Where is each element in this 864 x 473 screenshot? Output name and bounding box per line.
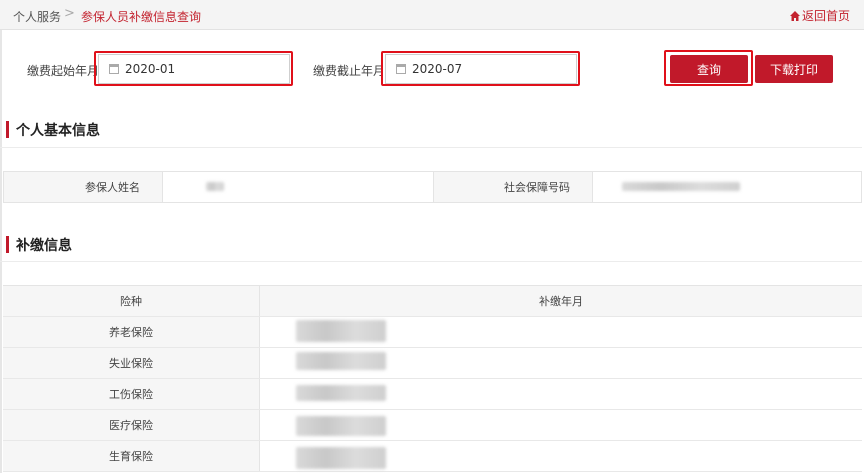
name-value — [163, 172, 433, 202]
column-header-type: 险种 — [3, 286, 260, 316]
insurance-type: 生育保险 — [3, 441, 260, 471]
column-header-month: 补缴年月 — [260, 286, 862, 316]
section-marker — [6, 121, 9, 138]
start-date-label: 缴费起始年月 — [27, 64, 100, 78]
redacted-month — [296, 385, 386, 401]
section-marker — [6, 236, 9, 253]
insurance-type: 养老保险 — [3, 317, 260, 347]
download-print-button[interactable]: 下载打印 — [755, 55, 833, 83]
insurance-type: 医疗保险 — [3, 410, 260, 440]
table-row: 生育保险 — [3, 441, 862, 472]
redacted-month — [296, 320, 386, 342]
home-icon — [789, 10, 800, 21]
redacted-month — [296, 416, 386, 436]
table-row: 养老保险 — [3, 317, 862, 348]
table-row: 工伤保险 — [3, 379, 862, 410]
left-border — [0, 30, 2, 473]
section-divider — [0, 261, 862, 262]
redacted-month — [296, 447, 386, 469]
home-link-label: 返回首页 — [801, 9, 850, 23]
payment-info-title: 补缴信息 — [6, 235, 72, 255]
section-divider — [0, 147, 862, 148]
end-date-label: 缴费截止年月 — [313, 64, 386, 78]
ssn-label: 社会保障号码 — [434, 172, 592, 202]
table-row: 医疗保险 — [3, 410, 862, 441]
basic-info-title: 个人基本信息 — [6, 120, 100, 140]
insurance-type: 工伤保险 — [3, 379, 260, 409]
payment-table: 险种 补缴年月 养老保险 失业保险 工伤保险 医疗保险 生育保险 — [3, 285, 862, 472]
redacted-name — [206, 182, 224, 191]
breadcrumb-root[interactable]: 个人服务 — [13, 8, 61, 25]
query-button-highlight — [664, 50, 753, 86]
redacted-ssn — [622, 182, 740, 191]
breadcrumb-separator: > — [64, 6, 75, 21]
end-date-highlight — [381, 51, 580, 86]
table-row: 失业保险 — [3, 348, 862, 379]
name-label: 参保人姓名 — [4, 172, 162, 202]
home-link[interactable]: 返回首页 — [789, 7, 850, 24]
breadcrumb-current: 参保人员补缴信息查询 — [81, 10, 202, 24]
insurance-type: 失业保险 — [3, 348, 260, 378]
breadcrumb: 个人服务 > 参保人员补缴信息查询 返回首页 — [0, 0, 864, 30]
payment-info-title-text: 补缴信息 — [16, 238, 72, 254]
redacted-month — [296, 352, 386, 370]
start-date-highlight — [94, 51, 293, 86]
table-header-row: 险种 补缴年月 — [3, 286, 862, 317]
basic-info-title-text: 个人基本信息 — [16, 123, 100, 139]
